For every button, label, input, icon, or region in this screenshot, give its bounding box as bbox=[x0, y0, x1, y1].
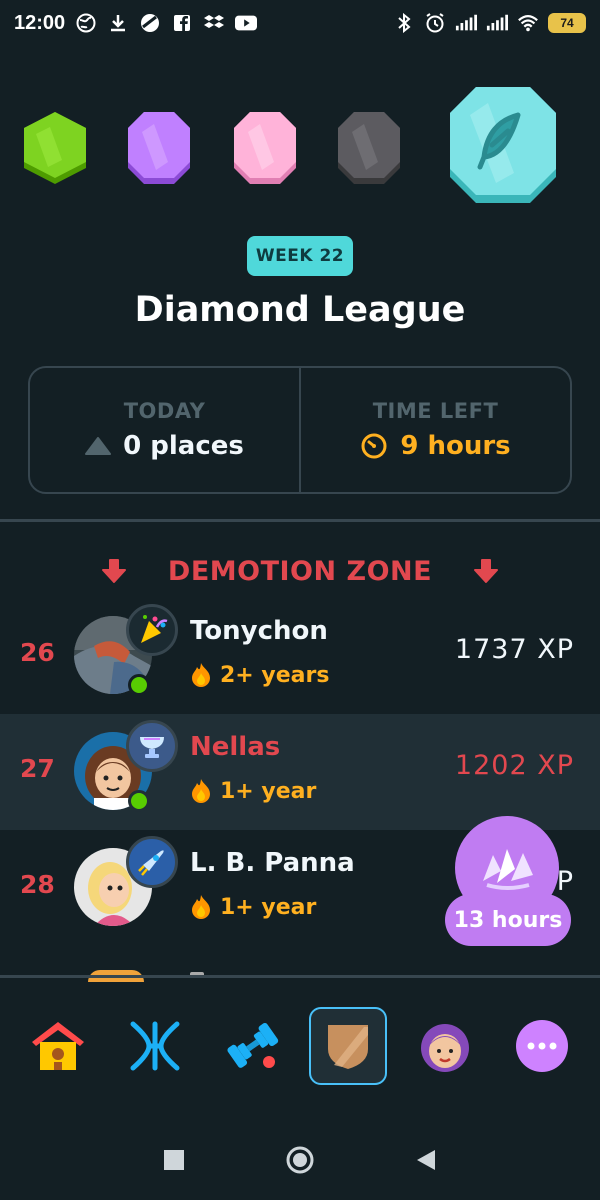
signal-icon bbox=[455, 12, 477, 34]
emerald-league-badge-icon bbox=[24, 112, 86, 184]
bluetooth-icon bbox=[393, 12, 415, 34]
stat-time-left: TIME LEFT 9 hours bbox=[299, 368, 570, 492]
rank-number: 27 bbox=[20, 754, 55, 783]
wifi-icon bbox=[517, 12, 539, 34]
xp-value: 1202 XP bbox=[454, 750, 574, 781]
streak-text: 1+ year bbox=[220, 894, 317, 920]
rank-number: 28 bbox=[20, 870, 55, 899]
more-icon[interactable] bbox=[503, 1007, 581, 1085]
profile-icon[interactable] bbox=[406, 1007, 484, 1085]
download-icon bbox=[107, 12, 129, 34]
streak-text: 1+ year bbox=[220, 778, 317, 804]
youtube-icon bbox=[235, 12, 258, 34]
avatar-container[interactable] bbox=[74, 836, 178, 926]
party-popper-icon bbox=[126, 604, 178, 656]
globe-icon bbox=[75, 12, 97, 34]
online-indicator bbox=[128, 674, 150, 696]
recents-button-icon[interactable] bbox=[163, 1149, 185, 1171]
stat-today-label: TODAY bbox=[123, 399, 206, 423]
status-right-icons: 74 bbox=[393, 12, 586, 34]
bottom-navigation bbox=[0, 990, 600, 1102]
opera-icon bbox=[139, 12, 161, 34]
practice-icon[interactable] bbox=[213, 1007, 291, 1085]
chest-timer-button[interactable]: 13 hours bbox=[445, 816, 571, 950]
home-icon[interactable] bbox=[19, 1007, 97, 1085]
leaderboard-row-current-user[interactable]: 27 Nellas 1+ year 1202 XP bbox=[0, 714, 600, 830]
stat-time-left-label: TIME LEFT bbox=[372, 399, 499, 423]
section-divider bbox=[0, 519, 600, 522]
triangle-up-icon bbox=[85, 437, 112, 455]
stat-today-value: 0 places bbox=[85, 431, 244, 461]
avatar-container[interactable] bbox=[74, 720, 178, 812]
rank-number: 26 bbox=[20, 638, 55, 667]
facebook-icon bbox=[171, 12, 193, 34]
alarm-icon bbox=[424, 12, 446, 34]
arrow-down-icon bbox=[101, 559, 126, 583]
signal-icon-2 bbox=[486, 12, 508, 34]
streak-text: 2+ years bbox=[220, 662, 330, 688]
week-badge: WEEK 22 bbox=[247, 236, 353, 276]
amethyst-league-badge-icon bbox=[128, 112, 190, 184]
diamond-league-badge-icon bbox=[450, 87, 556, 203]
status-time: 12:00 bbox=[14, 11, 66, 34]
alphabet-icon[interactable] bbox=[116, 1007, 194, 1085]
bottom-nav-divider bbox=[0, 975, 600, 978]
home-button-icon[interactable] bbox=[285, 1145, 315, 1175]
league-badges bbox=[0, 87, 600, 210]
rocket-icon bbox=[126, 836, 178, 888]
stat-time-left-value: 9 hours bbox=[360, 431, 511, 461]
pearl-league-badge-icon bbox=[234, 112, 296, 184]
flame-icon bbox=[192, 779, 210, 803]
stat-today: TODAY 0 places bbox=[30, 368, 299, 492]
league-stats-box: TODAY 0 places TIME LEFT 9 hours bbox=[28, 366, 572, 494]
leaderboard-row[interactable]: 26 Tonychon 2+ years 1737 XP bbox=[0, 598, 600, 714]
back-button-icon[interactable] bbox=[415, 1148, 437, 1172]
battery-icon: 74 bbox=[548, 13, 586, 33]
leaderboard-icon[interactable] bbox=[309, 1007, 388, 1085]
streak-info: 2+ years bbox=[190, 662, 329, 688]
chest-timer-label[interactable]: 13 hours bbox=[445, 894, 571, 946]
flame-icon bbox=[192, 663, 210, 687]
streak-info: 1+ year bbox=[190, 894, 316, 920]
avatar-container[interactable] bbox=[74, 604, 178, 696]
dropbox-icon bbox=[203, 12, 225, 34]
league-title: Diamond League bbox=[134, 290, 466, 330]
demotion-zone-label: DEMOTION ZONE bbox=[167, 555, 433, 587]
demotion-zone-header: DEMOTION ZONE bbox=[0, 548, 600, 594]
stat-time-left-text: 9 hours bbox=[400, 431, 511, 461]
stat-today-text: 0 places bbox=[123, 431, 244, 461]
trophy-icon bbox=[126, 720, 178, 772]
user-name: Tonychon bbox=[190, 616, 328, 646]
status-bar: 12:00 74 bbox=[0, 0, 600, 46]
status-left-icons bbox=[75, 12, 258, 34]
arrow-down-icon-right bbox=[474, 559, 499, 583]
xp-value: 1737 XP bbox=[454, 634, 574, 665]
android-navigation-bar bbox=[0, 1120, 600, 1200]
flame-icon bbox=[192, 895, 210, 919]
user-name: L. B. Panna bbox=[190, 848, 355, 878]
clock-icon bbox=[361, 433, 387, 459]
obsidian-league-badge-icon bbox=[338, 112, 400, 184]
user-name: Nellas bbox=[190, 732, 281, 762]
streak-info: 1+ year bbox=[190, 778, 316, 804]
online-indicator bbox=[128, 790, 150, 812]
